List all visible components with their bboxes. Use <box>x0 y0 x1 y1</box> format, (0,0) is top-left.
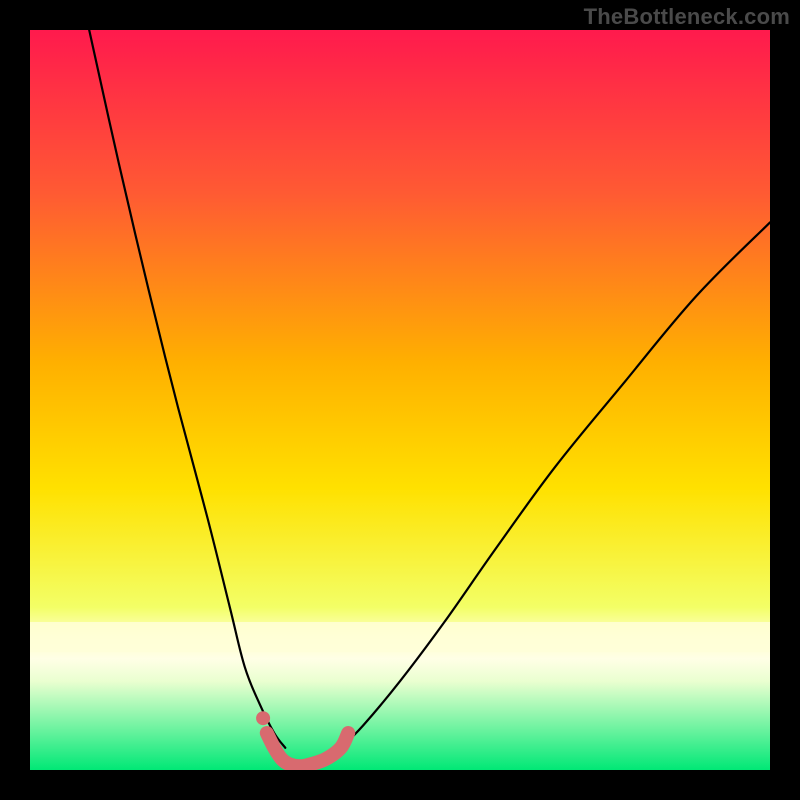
chart-svg <box>30 30 770 770</box>
plot-area <box>30 30 770 770</box>
highlight-band <box>30 622 770 652</box>
chart-frame: TheBottleneck.com <box>0 0 800 800</box>
gradient-bg <box>30 30 770 770</box>
valley-marker <box>256 711 270 725</box>
marker-dot <box>256 711 270 725</box>
watermark-text: TheBottleneck.com <box>584 4 790 30</box>
